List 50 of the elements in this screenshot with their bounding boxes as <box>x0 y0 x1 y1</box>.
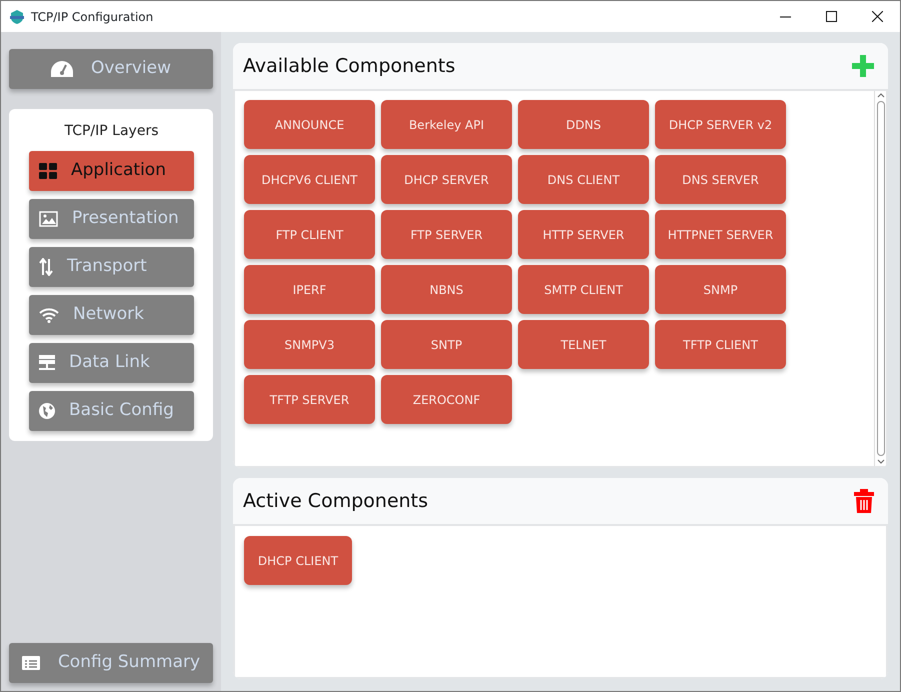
config-summary-button[interactable]: Config Summary <box>9 643 213 683</box>
panel-title: Active Components <box>243 488 430 514</box>
component-button[interactable]: SMTP CLIENT <box>518 265 649 314</box>
scroll-down-icon[interactable] <box>876 459 884 464</box>
component-button[interactable]: DHCP CLIENT <box>244 536 352 585</box>
trash-icon[interactable] <box>854 489 874 513</box>
component-button[interactable]: NBNS <box>381 265 512 314</box>
scroll-up-icon[interactable] <box>876 93 884 98</box>
server-icon <box>39 355 55 371</box>
window-title: TCP/IP Configuration <box>31 8 154 26</box>
section-title: TCP/IP Layers <box>63 122 160 141</box>
panel-title: Available Components <box>243 54 456 79</box>
sort-arrows-icon <box>39 258 53 276</box>
maximize-icon[interactable] <box>826 11 836 22</box>
component-button[interactable]: DNS SERVER <box>655 155 786 204</box>
component-button[interactable]: TELNET <box>518 320 649 369</box>
gauge-icon <box>50 61 73 77</box>
layer-button[interactable]: Network <box>29 295 194 335</box>
component-button[interactable]: FTP CLIENT <box>244 210 375 259</box>
component-button[interactable]: IPERF <box>244 265 375 314</box>
layer-button[interactable]: Application <box>29 151 194 191</box>
component-button[interactable]: SNMPV3 <box>244 320 375 369</box>
component-button[interactable]: FTP SERVER <box>381 210 512 259</box>
layer-button[interactable]: Transport <box>29 247 194 287</box>
close-icon[interactable] <box>872 11 882 22</box>
wifi-icon <box>39 308 59 322</box>
component-button[interactable]: SNTP <box>381 320 512 369</box>
component-button[interactable]: ZEROCONF <box>381 375 512 424</box>
layer-button[interactable]: Basic Config <box>29 391 194 431</box>
component-button[interactable]: DNS CLIENT <box>518 155 649 204</box>
component-button[interactable]: TFTP SERVER <box>244 375 375 424</box>
component-button[interactable]: HTTP SERVER <box>518 210 649 259</box>
grid-icon <box>39 163 57 179</box>
scrollbar[interactable] <box>874 91 886 466</box>
component-button[interactable]: DHCP SERVER <box>381 155 512 204</box>
component-button[interactable]: DHCP SERVER v2 <box>655 100 786 149</box>
component-button[interactable]: HTTPNET SERVER <box>655 210 786 259</box>
component-button[interactable]: ANNOUNCE <box>244 100 375 149</box>
image-icon <box>39 211 58 227</box>
app-icon <box>9 8 25 24</box>
globe-icon <box>39 403 55 419</box>
component-button[interactable]: TFTP CLIENT <box>655 320 786 369</box>
layer-button[interactable]: Data Link <box>29 343 194 383</box>
list-icon <box>22 656 40 670</box>
component-button[interactable]: SNMP <box>655 265 786 314</box>
overview-button[interactable]: Overview <box>9 49 213 89</box>
component-button[interactable]: Berkeley API <box>381 100 512 149</box>
component-button[interactable]: DDNS <box>518 100 649 149</box>
component-button[interactable]: DHCPV6 CLIENT <box>244 155 375 204</box>
layer-button[interactable]: Presentation <box>29 199 194 239</box>
